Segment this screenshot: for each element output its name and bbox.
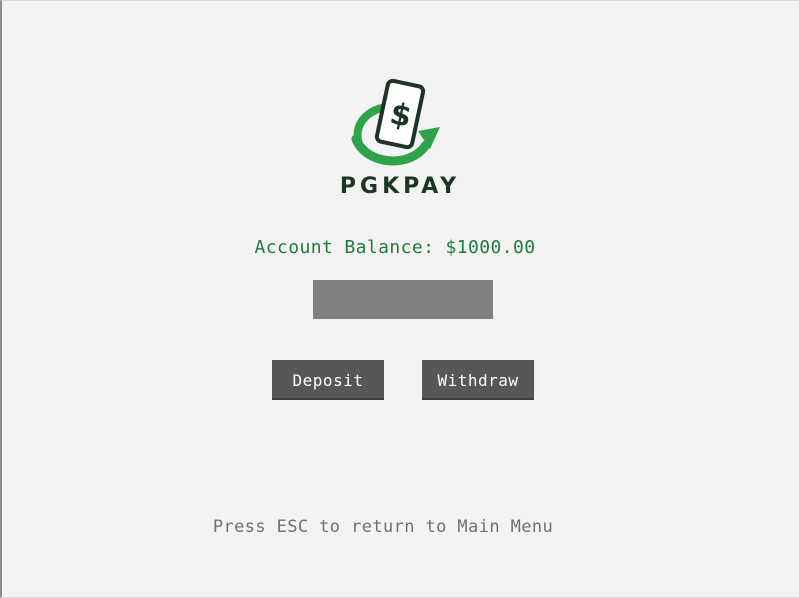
brand-name: PGKPAY [339,174,461,199]
app-window: $ PGKPAY Account Balance: $1000.00 Depos… [0,0,799,598]
account-balance: Account Balance: $1000.00 [254,237,536,258]
pgkpay-logo: $ [348,77,448,167]
amount-input[interactable] [313,280,493,319]
phone-dollar-logo-icon: $ [351,78,440,166]
return-hint: Press ESC to return to Main Menu [212,517,554,537]
withdraw-button[interactable]: Withdraw [422,360,534,400]
deposit-button[interactable]: Deposit [272,360,384,400]
